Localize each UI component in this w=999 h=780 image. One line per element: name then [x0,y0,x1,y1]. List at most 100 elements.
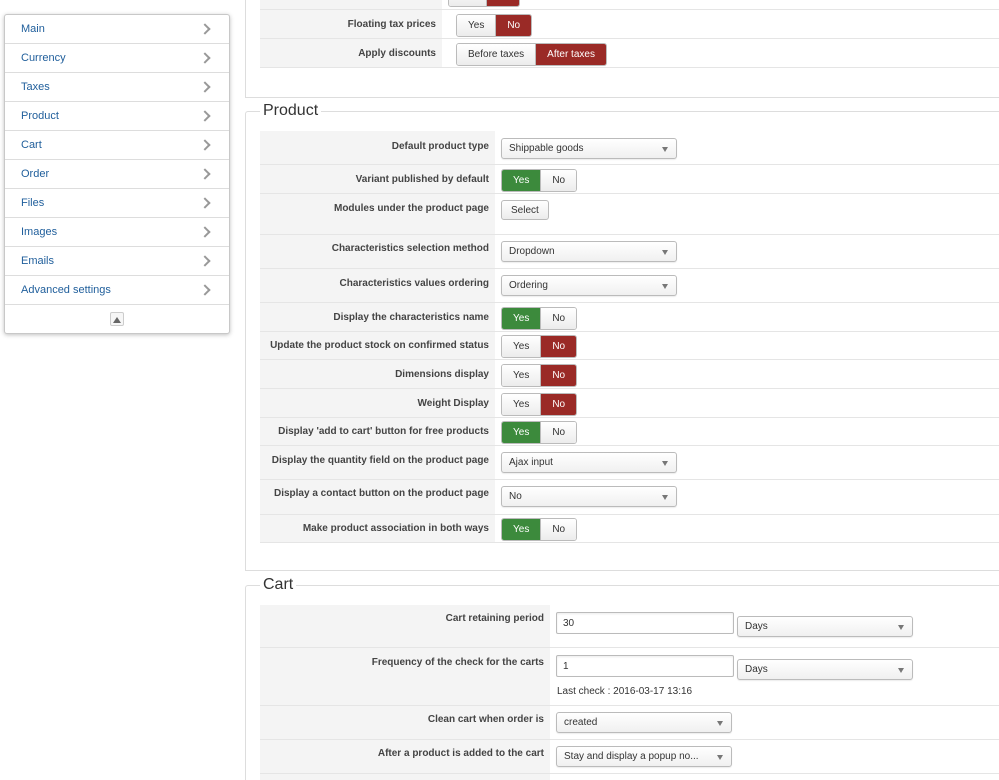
sidebar-item-currency[interactable]: Currency [5,44,229,73]
variant-published-no-button[interactable]: No [541,170,577,191]
free-cart-label: Display 'add to cart' button for free pr… [260,418,495,445]
dimensions-toggle: Yes No [501,364,578,387]
sidebar-item-taxes[interactable]: Taxes [5,73,229,102]
char-method-label: Characteristics selection method [260,235,495,268]
modules-label: Modules under the product page [260,194,495,234]
sidebar-item-order[interactable]: Order [5,160,229,189]
product-section: Product Default product type Shippable g… [245,102,999,571]
modules-select-button[interactable]: Select [501,200,549,220]
collapse-up-icon[interactable] [110,312,124,326]
cart-freq-row: Frequency of the check for the carts 1 D… [260,648,999,706]
caret-down-icon [717,721,723,726]
variant-published-row: Variant published by default Yes No [260,165,999,194]
weight-no-button[interactable]: No [541,394,577,415]
char-method-row: Characteristics selection method Dropdow… [260,235,999,269]
main-content: Floating tax prices Yes No Apply discoun… [245,0,999,780]
cart-retain-unit-select[interactable]: Days [737,616,913,637]
sidebar-item-label: Taxes [21,81,50,93]
caret-down-icon [662,147,668,152]
contact-button-row: Display a contact button on the product … [260,480,999,515]
chevron-right-icon [199,81,211,93]
after-add-select[interactable]: Stay and display a popup no... [556,746,732,767]
char-name-yes-button[interactable]: Yes [502,308,542,329]
variant-published-yes-button[interactable]: Yes [502,170,542,191]
clean-cart-row: Clean cart when order is created [260,706,999,740]
contact-button-select[interactable]: No [501,486,677,507]
char-order-row: Characteristics values ordering Ordering [260,269,999,303]
cart-freq-unit-select[interactable]: Days [737,659,913,680]
apply-discounts-label: Apply discounts [260,39,442,67]
chevron-right-icon [199,284,211,296]
sidebar-item-files[interactable]: Files [5,189,229,218]
cart-retain-label: Cart retaining period [260,605,550,647]
sidebar-item-label: Main [21,23,45,35]
chevron-right-icon [199,226,211,238]
char-order-label: Characteristics values ordering [260,269,495,302]
taxes-hidden-row [260,0,999,10]
sidebar-item-emails[interactable]: Emails [5,247,229,276]
default-product-type-row: Default product type Shippable goods [260,131,999,165]
sidebar-item-product[interactable]: Product [5,102,229,131]
chevron-right-icon [199,168,211,180]
clean-cart-select[interactable]: created [556,712,732,733]
dimensions-yes-button[interactable]: Yes [502,365,542,386]
char-name-no-button[interactable]: No [541,308,577,329]
contact-button-label: Display a contact button on the product … [260,480,495,514]
sidebar-item-label: Cart [21,139,42,151]
weight-label: Weight Display [260,389,495,417]
cart-section: Cart Cart retaining period 30 Days Frequ… [245,576,999,780]
assoc-row: Make product association in both ways Ye… [260,515,999,543]
floating-tax-no-button[interactable]: No [496,15,532,36]
dimensions-label: Dimensions display [260,360,495,388]
chevron-right-icon [199,23,211,35]
cart-freq-label: Frequency of the check for the carts [260,648,550,705]
caret-down-icon [898,668,904,673]
clean-cart-label: Clean cart when order is [260,706,550,739]
sidebar-item-images[interactable]: Images [5,218,229,247]
default-product-type-select[interactable]: Shippable goods [501,138,677,159]
free-cart-yes-button[interactable]: Yes [502,422,542,443]
weight-yes-button[interactable]: Yes [502,394,542,415]
assoc-label: Make product association in both ways [260,515,495,542]
sidebar-item-label: Order [21,168,50,180]
dimensions-row: Dimensions display Yes No [260,360,999,389]
apply-discounts-row: Apply discounts Before taxes After taxes [260,39,999,68]
weight-toggle: Yes No [501,393,578,416]
weight-row: Weight Display Yes No [260,389,999,418]
stock-no-button[interactable]: No [541,336,577,357]
stock-yes-button[interactable]: Yes [502,336,542,357]
last-check-text: Last check : 2016-03-17 13:16 [557,686,693,697]
dimensions-no-button[interactable]: No [541,365,577,386]
char-order-select[interactable]: Ordering [501,275,677,296]
before-taxes-button[interactable]: Before taxes [457,44,537,65]
sidebar-item-label: Advanced settings [21,284,111,296]
assoc-no-button[interactable]: No [541,519,577,540]
variant-published-label: Variant published by default [260,165,495,193]
sidebar-item-advanced-settings[interactable]: Advanced settings [5,276,229,305]
floating-tax-toggle: Yes No [456,14,533,37]
chevron-right-icon [199,110,211,122]
char-method-select[interactable]: Dropdown [501,241,677,262]
chevron-right-icon [199,52,211,64]
sidebar-item-main[interactable]: Main [5,15,229,44]
variant-published-toggle: Yes No [501,169,578,192]
assoc-yes-button[interactable]: Yes [502,519,542,540]
cart-retain-input[interactable]: 30 [556,612,734,634]
product-section-title: Product [260,102,322,120]
stock-row: Update the product stock on confirmed st… [260,332,999,360]
after-taxes-button[interactable]: After taxes [536,44,606,65]
caret-down-icon [717,755,723,760]
qty-field-select[interactable]: Ajax input [501,452,677,473]
sidebar-item-label: Images [21,226,58,238]
cart-retain-row: Cart retaining period 30 Days [260,605,999,648]
sidebar-footer [5,305,229,333]
stock-label: Update the product stock on confirmed st… [260,332,495,359]
settings-sidebar: Main Currency Taxes Product Cart Order F… [4,14,230,334]
sidebar-item-label: Currency [21,52,66,64]
chevron-right-icon [199,255,211,267]
free-cart-no-button[interactable]: No [541,422,577,443]
qty-field-label: Display the quantity field on the produc… [260,446,495,479]
cart-freq-input[interactable]: 1 [556,655,734,677]
floating-tax-yes-button[interactable]: Yes [457,15,497,36]
sidebar-item-cart[interactable]: Cart [5,131,229,160]
